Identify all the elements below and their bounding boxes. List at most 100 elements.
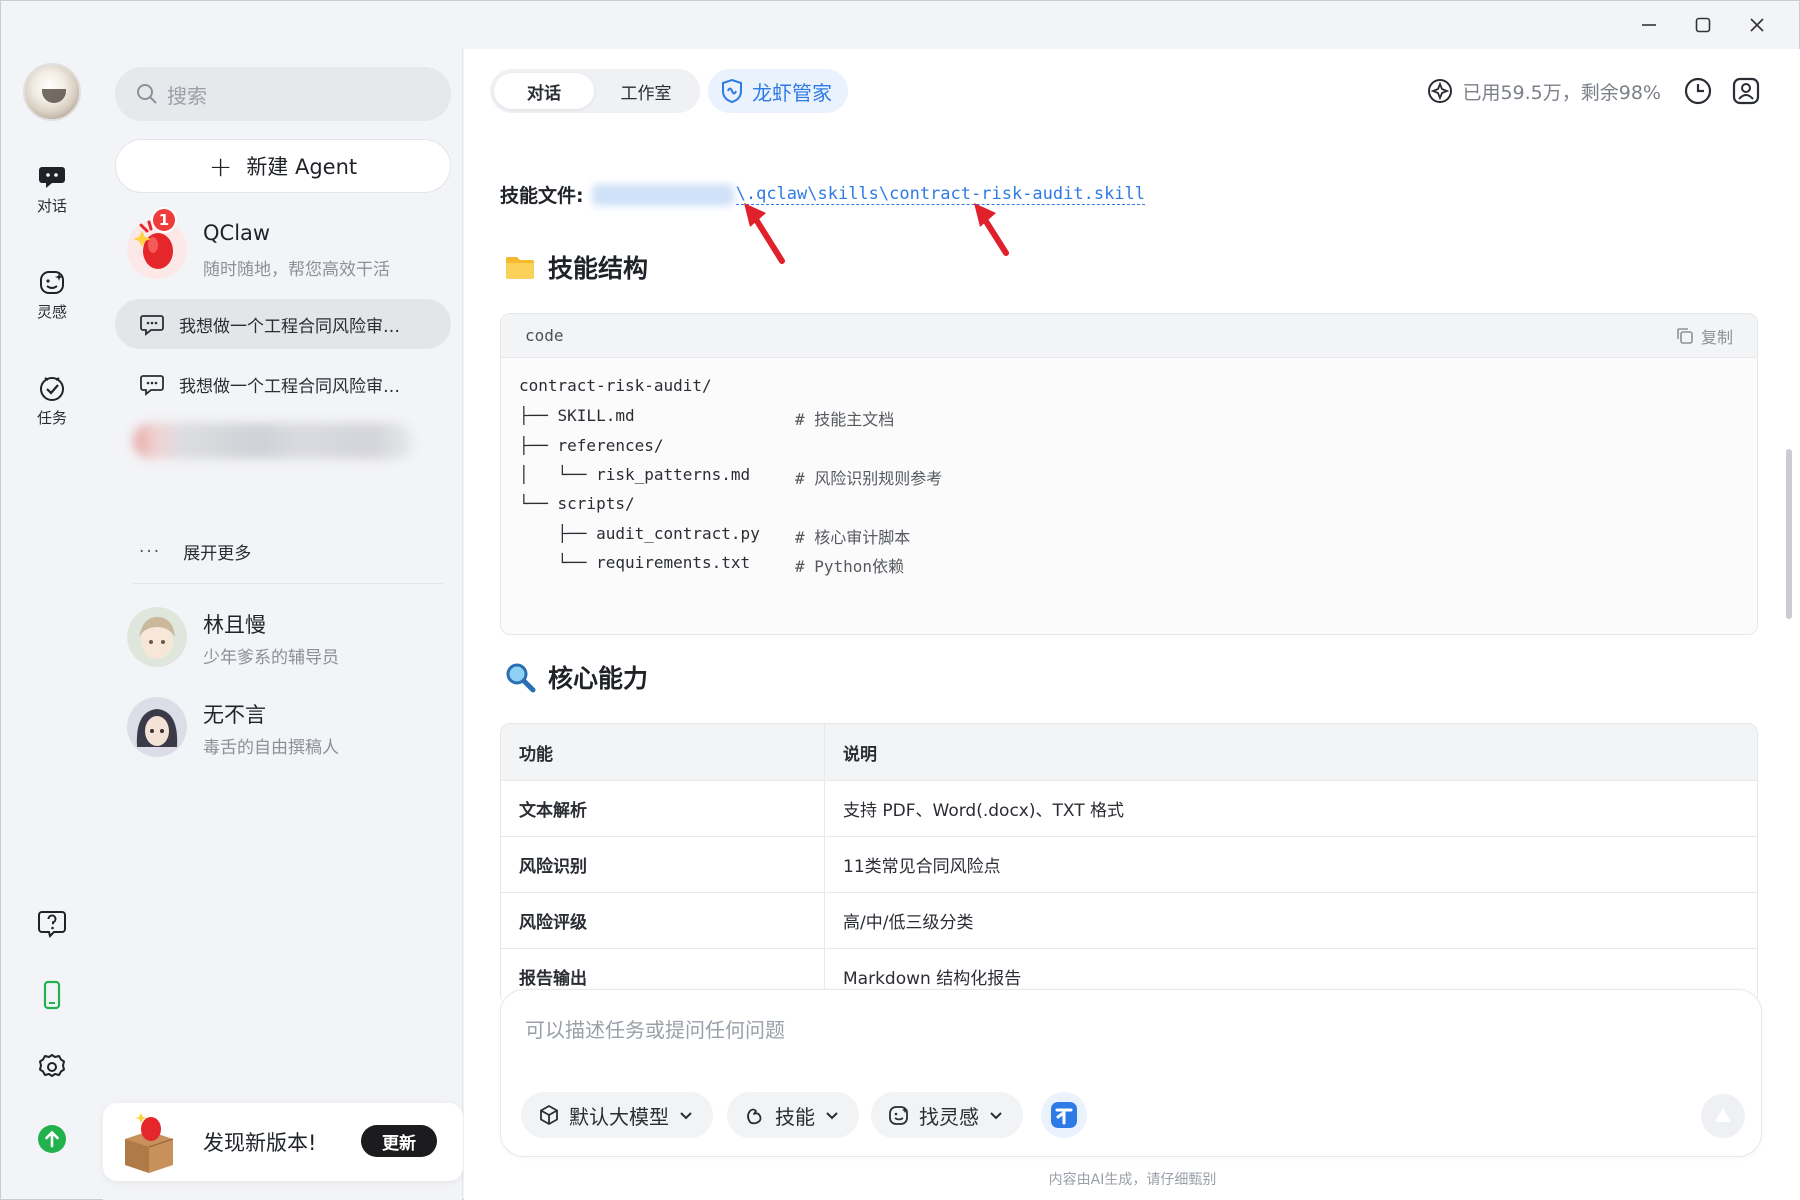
chevron-down-icon [680, 1112, 692, 1120]
search-input[interactable]: 搜索 [115, 67, 451, 121]
user-avatar[interactable] [23, 63, 81, 121]
close-button[interactable] [1735, 9, 1779, 41]
table-row: 文本解析 支持 PDF、Word(.docx)、TXT 格式 [501, 780, 1757, 836]
sidebar: 搜索 + 新建 Agent QClaw 随时随地，帮您高效干活 1 我想做一个工… [103, 49, 463, 1200]
model-select-chip[interactable]: 默认大模型 [521, 1092, 713, 1138]
tab-studio[interactable]: 工作室 [596, 73, 696, 109]
shield-claw-icon [722, 78, 742, 104]
code-comment: # 技能主文档 [795, 410, 895, 429]
copy-button[interactable]: 复制 [1675, 324, 1733, 348]
rail-label-chat: 对话 [36, 197, 67, 215]
table-header: 功能 [501, 724, 825, 780]
table-row: 风险评级 高/中/低三级分类 [501, 892, 1757, 948]
maximize-button[interactable] [1681, 9, 1725, 41]
red-arrow-annotation [744, 203, 785, 264]
scrollbar-thumb[interactable] [1786, 449, 1792, 619]
agent-name: 无不言 [203, 703, 266, 727]
title-bar [1, 1, 1800, 49]
icon-rail: 对话 灵感 任务 [1, 49, 103, 1200]
rail-label-inspiration: 灵感 [36, 303, 67, 321]
update-button[interactable]: 更新 [361, 1125, 437, 1157]
tool-logo-button[interactable] [1041, 1092, 1087, 1138]
chip-label: 技能 [775, 1104, 815, 1129]
composer[interactable]: 可以描述任务或提问任何问题 默认大模型 技能 找灵感 [500, 989, 1762, 1157]
settings-icon[interactable] [36, 1051, 68, 1083]
gift-box-icon [125, 1113, 174, 1173]
table-cell: 风险评级 [501, 893, 825, 948]
section-title: 核心能力 [548, 664, 649, 693]
blurred-chat-item[interactable] [133, 423, 413, 459]
usage-indicator[interactable]: 已用59.5万，剩余98% [1426, 77, 1661, 105]
sparkle-face-icon [40, 271, 64, 294]
inspiration-chip[interactable]: 找灵感 [871, 1092, 1023, 1138]
minimize-icon [1642, 24, 1656, 26]
close-icon [1750, 18, 1764, 32]
table-row: 风险识别 11类常见合同风险点 [501, 836, 1757, 892]
help-icon[interactable] [36, 907, 68, 939]
composer-placeholder: 可以描述任务或提问任何问题 [525, 1018, 785, 1042]
chat-item[interactable]: 我想做一个工程合同风险审… [115, 299, 451, 349]
unread-badge: 1 [151, 207, 177, 233]
skill-file-label: 技能文件: [500, 185, 584, 207]
code-block: code 复制 contract-risk-audit/ ├── SKILL.m… [500, 313, 1758, 635]
update-text: 发现新版本! [203, 1131, 317, 1155]
code-comment: # 风险识别规则参考 [795, 469, 943, 488]
code-line: ├── references/ [519, 436, 664, 455]
expand-more[interactable]: ··· 展开更多 [139, 539, 252, 565]
profile-icon[interactable] [1730, 75, 1762, 107]
code-line: ├── audit_contract.py [519, 524, 760, 543]
new-agent-button[interactable]: + 新建 Agent [115, 139, 451, 193]
code-line: ├── SKILL.md [519, 406, 635, 425]
maximize-icon [1695, 17, 1711, 33]
folder-icon [506, 257, 534, 279]
send-button[interactable] [1701, 1094, 1745, 1138]
agent-linqieman[interactable]: 林且慢 少年爹系的辅导员 [123, 603, 453, 673]
table-cell: 11类常见合同风险点 [843, 857, 1001, 877]
code-line: contract-risk-audit/ [519, 376, 712, 395]
table-header: 说明 [843, 744, 877, 765]
code-line: └── requirements.txt [519, 553, 751, 572]
search-icon [137, 84, 157, 104]
history-icon[interactable] [1682, 75, 1714, 107]
agent-avatar [127, 607, 187, 667]
chevron-down-icon [990, 1112, 1002, 1120]
tab-chat[interactable]: 对话 [494, 73, 594, 109]
agent-wubuyan[interactable]: 无不言 毒舌的自由撰稿人 [123, 693, 453, 763]
code-comment: # Python依赖 [795, 557, 905, 576]
section-title-structure: 技能结构 [504, 249, 648, 285]
section-title: 技能结构 [548, 254, 649, 283]
agent-avatar [127, 697, 187, 757]
rail-item-inspiration[interactable]: 灵感 [1, 267, 103, 322]
skills-chip[interactable]: 技能 [727, 1092, 859, 1138]
ai-disclaimer: 内容由AI生成，请仔细甄别 [1048, 1172, 1217, 1188]
search-placeholder: 搜索 [167, 83, 207, 108]
red-arrow-annotation [974, 203, 1009, 256]
minimize-button[interactable] [1627, 9, 1671, 41]
chat-item[interactable]: 我想做一个工程合同风险审… [115, 359, 451, 409]
chat-icon [140, 375, 164, 396]
agent-name: QClaw [203, 221, 271, 245]
table-cell: 文本解析 [501, 781, 825, 836]
agent-name: 林且慢 [203, 613, 266, 637]
code-lang: code [525, 326, 564, 345]
chat-icon [140, 315, 164, 336]
chevron-down-icon [826, 1112, 838, 1120]
claw-icon [747, 1108, 762, 1125]
expand-more-label: 展开更多 [183, 544, 252, 564]
copy-icon [1677, 328, 1693, 344]
rail-item-chat[interactable]: 对话 [1, 161, 103, 216]
code-header: code 复制 [501, 314, 1757, 358]
divider [133, 583, 443, 584]
table-cell: 支持 PDF、Word(.docx)、TXT 格式 [843, 801, 1125, 821]
upgrade-icon[interactable] [36, 1123, 68, 1155]
phone-icon[interactable] [36, 979, 68, 1011]
blurred-path [591, 183, 734, 206]
skill-file-link[interactable]: \.qclaw\skills\contract-risk-audit.skill [735, 184, 1146, 205]
rail-item-tasks[interactable]: 任务 [1, 373, 103, 428]
send-arrow-icon [1715, 1108, 1731, 1122]
butler-button[interactable]: 龙虾管家 [708, 69, 848, 113]
code-comment: # 核心审计脚本 [795, 528, 911, 547]
more-icon: ··· [139, 541, 162, 562]
rail-label-tasks: 任务 [36, 409, 67, 427]
app-logo-icon [1051, 1102, 1077, 1128]
